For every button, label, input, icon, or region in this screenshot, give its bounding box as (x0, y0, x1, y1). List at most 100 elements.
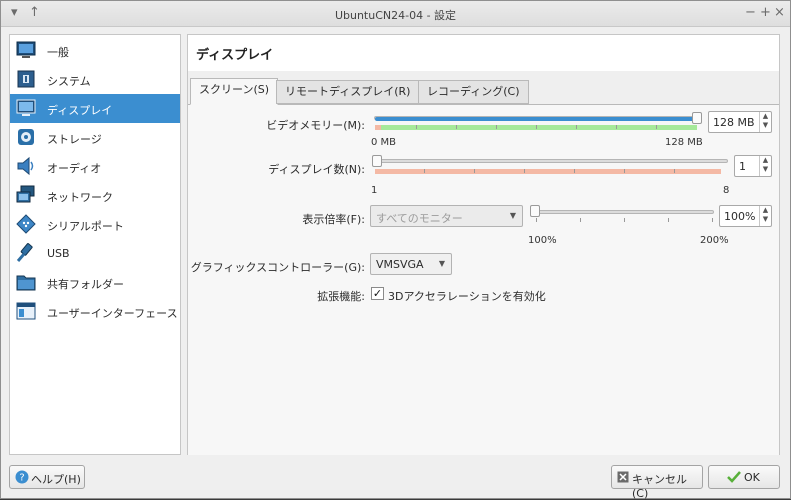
graphics-controller-select[interactable]: VMSVGA ▼ (370, 253, 452, 275)
sidebar-item-system[interactable]: システム (10, 65, 180, 94)
sidebar-item-serial-port[interactable]: シリアルポート (10, 210, 180, 239)
3d-acceleration-checkbox[interactable]: ✓ (371, 287, 384, 300)
video-memory-slider-handle[interactable] (692, 112, 702, 124)
window-title: UbuntuCN24-04 - 設定 (334, 9, 457, 22)
tab-label: スクリーン(S) (199, 83, 270, 96)
ok-button[interactable]: OK (708, 465, 780, 489)
scale-factor-min-label: 100% (528, 235, 557, 246)
slider-tick (668, 218, 669, 222)
video-memory-label: ビデオメモリー(M): (266, 119, 365, 132)
sidebar-item-general[interactable]: 一般 (10, 36, 180, 65)
video-memory-value: 128 MB (713, 116, 755, 129)
sidebar-item-audio[interactable]: オーディオ (10, 152, 180, 181)
slider-tick (624, 169, 625, 173)
storage-disc-icon (18, 129, 34, 145)
acceleration-label: 拡張機能: (317, 290, 365, 303)
sidebar-item-label: ディスプレイ (47, 104, 113, 117)
cancel-icon (617, 471, 629, 483)
slider-tick (416, 125, 417, 129)
slider-tick (424, 169, 425, 173)
slider-tick (574, 169, 575, 173)
scale-factor-value: 100% (724, 210, 756, 223)
graphics-controller-label: グラフィックスコントローラー(G): (190, 261, 365, 274)
slider-tick (496, 125, 497, 129)
help-button[interactable]: ? ヘルプ(H) (9, 465, 85, 489)
sidebar-item-storage[interactable]: ストレージ (10, 123, 180, 152)
settings-sidebar: 一般 システム ディスプレイ ストレージ オーディオ ネットワーク シリアルポー… (9, 34, 181, 455)
monitor-count-value: 1 (739, 160, 746, 173)
tab-recording[interactable]: レコーディング(C) (418, 80, 529, 104)
slider-tick (674, 169, 675, 173)
spin-arrows-icon[interactable]: ▲ ▼ (759, 206, 771, 226)
slider-tick (524, 169, 525, 173)
monitor-count-slider-track[interactable] (374, 159, 728, 163)
slider-tick (536, 218, 537, 222)
scale-monitor-select[interactable]: すべてのモニター ▼ (370, 205, 523, 227)
help-button-label: ヘルプ(H) (31, 473, 81, 486)
slider-tick (712, 218, 713, 222)
slider-tick (474, 169, 475, 173)
scale-monitor-select-value: すべてのモニター (376, 212, 463, 225)
slider-tick (456, 125, 457, 129)
spin-arrows-icon[interactable]: ▲ ▼ (759, 112, 771, 132)
scale-factor-max-label: 200% (700, 235, 729, 246)
scale-factor-slider-handle[interactable] (530, 205, 540, 217)
sidebar-item-label: シリアルポート (47, 220, 124, 233)
cancel-button[interactable]: キャンセル(C) (611, 465, 703, 500)
chip-icon (17, 70, 35, 88)
monitor-count-range-bar (375, 169, 721, 174)
cancel-button-label: キャンセル(C) (632, 473, 687, 500)
chevron-down-icon: ▼ (438, 259, 445, 268)
checkmark-icon (727, 471, 741, 483)
sidebar-item-label: システム (47, 75, 91, 88)
sidebar-item-usb[interactable]: USB (10, 239, 180, 268)
screen-tab-panel: ビデオメモリー(M): 0 MB 128 MB 128 MB ▲ ▼ ディスプレイ… (188, 104, 779, 455)
speaker-icon (17, 156, 34, 176)
sidebar-item-user-interface[interactable]: ユーザーインターフェース (10, 297, 180, 326)
sidebar-item-label: 共有フォルダー (47, 278, 124, 291)
tab-label: レコーディング(C) (427, 85, 520, 98)
scale-factor-slider-track[interactable] (534, 210, 714, 214)
slider-tick (624, 218, 625, 222)
help-icon: ? (15, 470, 29, 484)
slider-tick (580, 218, 581, 222)
close-button[interactable]: × (774, 5, 785, 21)
3d-acceleration-checkbox-label[interactable]: 3Dアクセラレーションを有効化 (388, 288, 546, 304)
sidebar-item-label: 一般 (47, 46, 69, 59)
tab-remote-display[interactable]: リモートディスプレイ(R) (276, 80, 420, 104)
serial-port-icon (16, 214, 36, 234)
video-memory-max-label: 128 MB (665, 137, 703, 148)
display-icon (16, 99, 36, 116)
video-memory-spinbox[interactable]: 128 MB ▲ ▼ (708, 111, 772, 133)
monitor-count-slider-handle[interactable] (372, 155, 382, 167)
minimize-button[interactable]: − (745, 5, 756, 21)
sidebar-item-network[interactable]: ネットワーク (10, 181, 180, 210)
tab-screen[interactable]: スクリーン(S) (190, 78, 279, 105)
settings-window: ▾ ↑ UbuntuCN24-04 - 設定 − + × 一般 システム ディス… (0, 0, 791, 500)
folder-icon (16, 275, 36, 291)
title-bar: ▾ ↑ UbuntuCN24-04 - 設定 − + × (1, 1, 790, 27)
maximize-button[interactable]: + (760, 5, 771, 21)
sidebar-item-label: USB (47, 247, 70, 260)
scale-factor-label: 表示倍率(F): (302, 213, 365, 226)
monitor-general-icon (16, 41, 36, 58)
sidebar-item-shared-folders[interactable]: 共有フォルダー (10, 268, 180, 297)
usb-icon (16, 243, 33, 262)
slider-tick (616, 125, 617, 129)
sidebar-item-label: ネットワーク (47, 191, 113, 204)
spin-arrows-icon[interactable]: ▲ ▼ (759, 156, 771, 176)
slider-tick (536, 125, 537, 129)
sidebar-item-label: ユーザーインターフェース (47, 307, 178, 320)
scale-factor-spinbox[interactable]: 100% ▲ ▼ (719, 205, 772, 227)
monitor-count-max-label: 8 (723, 185, 730, 196)
slider-tick (576, 125, 577, 129)
chevron-down-icon: ▼ (509, 211, 516, 220)
tab-label: リモートディスプレイ(R) (285, 85, 411, 98)
network-icon (16, 185, 35, 203)
graphics-controller-value: VMSVGA (376, 258, 424, 271)
sidebar-item-display[interactable]: ディスプレイ (10, 94, 180, 123)
content-panel: ディスプレイ ビデオメモリー(M): 0 MB 128 MB 128 MB ▲ ▼ (187, 34, 780, 455)
monitor-count-spinbox[interactable]: 1 ▲ ▼ (734, 155, 772, 177)
ui-window-icon (16, 302, 36, 320)
svg-text:?: ? (19, 473, 24, 484)
